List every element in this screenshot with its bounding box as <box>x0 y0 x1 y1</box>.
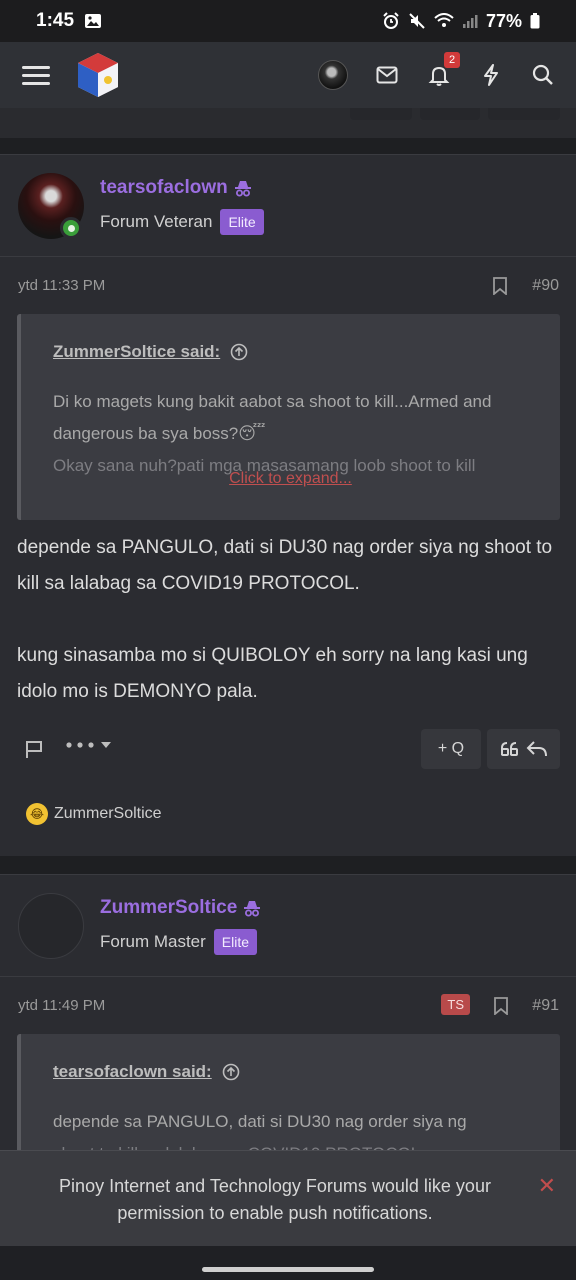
post-date[interactable]: ytd 11:49 PM <box>18 997 105 1014</box>
inbox-icon[interactable] <box>374 62 400 88</box>
multi-quote-button[interactable]: + Q <box>421 729 481 769</box>
post-number[interactable]: #91 <box>532 997 559 1015</box>
push-banner-text[interactable]: Pinoy Internet and Technology Forums wou… <box>30 1173 520 1227</box>
battery-icon <box>530 13 540 29</box>
post-actions: + Q <box>0 729 576 773</box>
reaction-summary[interactable]: 😂 ZummerSoltice <box>26 803 162 825</box>
quote-reply-button[interactable] <box>487 729 560 769</box>
quote-text: Di ko magets kung bakit aabot sa shoot t… <box>53 392 492 443</box>
reaction-user[interactable]: ZummerSoltice <box>54 805 162 823</box>
author-username[interactable]: tearsofaclown <box>100 177 228 199</box>
post-meta: ytd 11:49 PM TS #91 <box>0 977 576 1035</box>
post-author-header: tearsofaclown Forum Veteran Elite <box>0 155 576 257</box>
thread-starter-badge: TS <box>441 994 470 1015</box>
quote-icon <box>500 742 518 756</box>
status-bar: 1:45 77% <box>0 0 576 42</box>
online-status-icon <box>60 217 82 239</box>
previous-post-actions <box>0 108 576 138</box>
caret-down-icon <box>101 742 111 748</box>
lightning-icon[interactable] <box>478 62 504 88</box>
elite-badge: Elite <box>213 929 258 955</box>
post-date[interactable]: ytd 11:33 PM <box>18 277 105 294</box>
incognito-icon <box>234 181 251 197</box>
notification-badge: 2 <box>444 52 460 68</box>
search-icon[interactable] <box>530 62 556 88</box>
quote-text: depende sa PANGULO, dati si DU30 nag ord… <box>53 1112 467 1131</box>
author-username[interactable]: ZummerSoltice <box>100 897 237 919</box>
user-avatar[interactable] <box>318 60 348 90</box>
post-card: tearsofaclown Forum Veteran Elite ytd 11… <box>0 154 576 856</box>
post-author-header: ZummerSoltice Forum Master Elite <box>0 875 576 977</box>
message-paragraph: kung sinasamba mo si QUIBOLOY eh sorry n… <box>17 645 528 702</box>
mute-icon <box>409 13 425 29</box>
push-permission-banner: Pinoy Internet and Technology Forums wou… <box>0 1150 576 1246</box>
author-rank: Forum Master <box>100 932 206 951</box>
battery-percent: 77% <box>485 10 522 31</box>
quote-author[interactable]: tearsofaclown said: <box>53 1062 212 1082</box>
laughing-emoji-icon: 😂 <box>26 803 48 825</box>
author-avatar[interactable] <box>18 893 84 959</box>
forum-logo[interactable] <box>74 51 122 99</box>
quote-block: ZummerSoltice said: Di ko magets kung ba… <box>17 314 560 520</box>
clock: 1:45 <box>36 10 75 31</box>
post-separator <box>0 856 576 874</box>
home-gesture-bar[interactable] <box>202 1267 374 1272</box>
bell-icon[interactable]: 2 <box>426 52 460 88</box>
author-rank: Forum Veteran <box>100 212 213 231</box>
post-message: depende sa PANGULO, dati si DU30 nag ord… <box>17 530 562 710</box>
more-options-button[interactable] <box>66 741 112 749</box>
jump-up-icon[interactable] <box>230 343 248 361</box>
alarm-icon <box>383 12 399 29</box>
post-number[interactable]: #90 <box>532 277 559 295</box>
report-flag-icon[interactable] <box>24 739 44 759</box>
close-icon[interactable]: ✕ <box>538 1173 556 1199</box>
post-meta: ytd 11:33 PM #90 <box>0 257 576 315</box>
quote-author[interactable]: ZummerSoltice said: <box>53 342 220 362</box>
gallery-icon <box>85 14 102 28</box>
wifi-icon <box>434 13 454 27</box>
message-paragraph: depende sa PANGULO, dati si DU30 nag ord… <box>17 537 553 594</box>
reply-arrow-icon <box>526 741 547 757</box>
multi-quote-label: + Q <box>437 740 465 757</box>
top-navbar: 2 <box>0 42 576 108</box>
menu-icon[interactable] <box>22 61 50 90</box>
system-nav-bar <box>0 1246 576 1280</box>
jump-up-icon[interactable] <box>222 1063 240 1081</box>
signal-icon <box>462 15 478 28</box>
click-to-expand-link[interactable]: Click to expand... <box>21 470 560 488</box>
incognito-icon <box>244 901 261 917</box>
bookmark-icon[interactable] <box>493 997 509 1015</box>
ellipsis-icon <box>66 742 94 748</box>
bookmark-icon[interactable] <box>492 277 508 295</box>
elite-badge: Elite <box>220 209 264 235</box>
post-card: ZummerSoltice Forum Master Elite ytd 11:… <box>0 874 576 1174</box>
